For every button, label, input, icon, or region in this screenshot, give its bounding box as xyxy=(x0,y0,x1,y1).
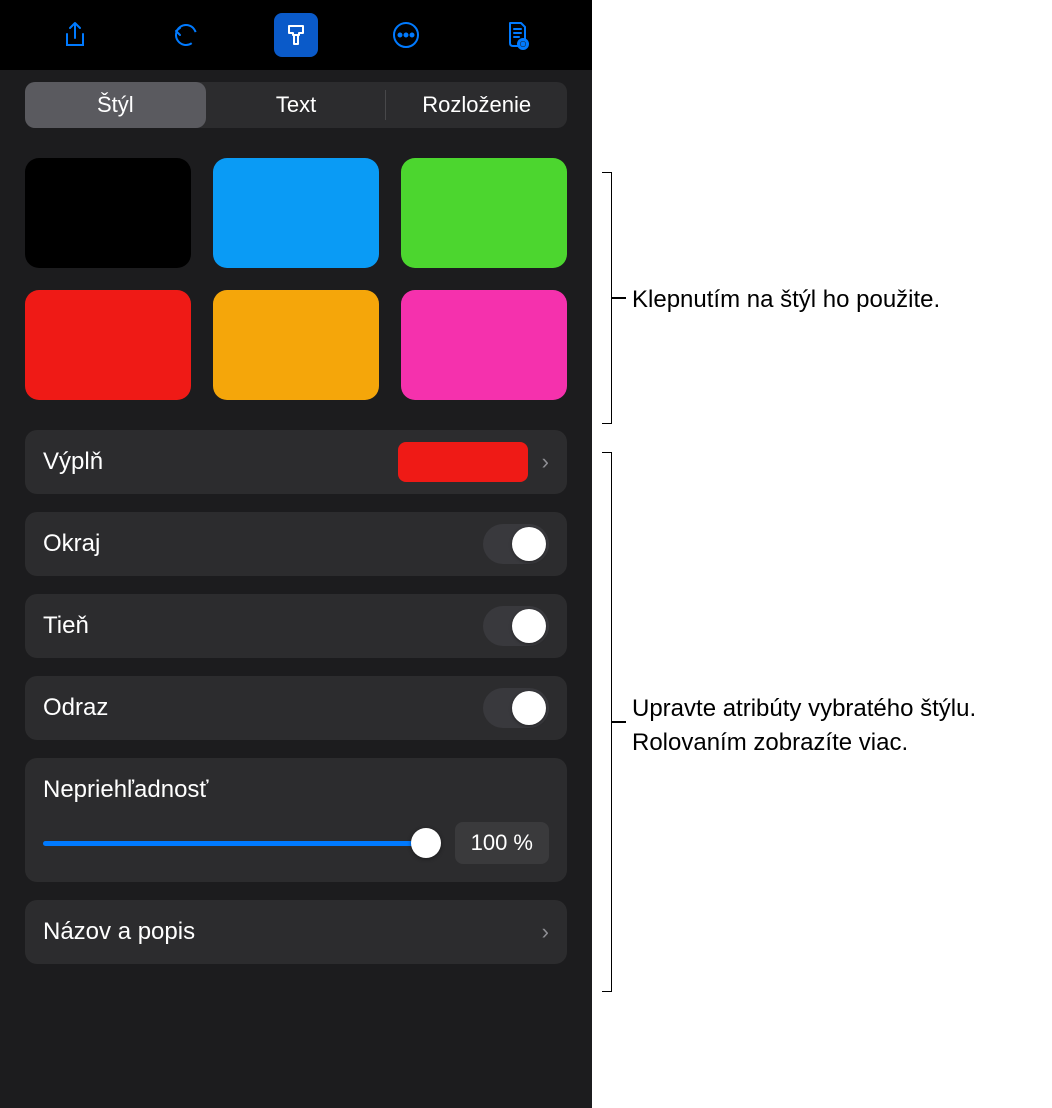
shadow-row[interactable]: Tieň xyxy=(25,594,567,658)
tab-style[interactable]: Štýl xyxy=(25,82,206,128)
toolbar xyxy=(0,0,592,70)
format-panel: Štýl Text Rozloženie Výplň › Okraj Tieň xyxy=(0,0,592,1108)
toggle-knob xyxy=(512,609,546,643)
slider-track xyxy=(43,841,439,846)
format-button[interactable] xyxy=(274,13,318,57)
opacity-row: Nepriehľadnosť 100 % xyxy=(25,758,567,882)
more-button[interactable] xyxy=(384,13,428,57)
fill-color-preview xyxy=(398,442,528,482)
opacity-slider[interactable] xyxy=(43,828,439,858)
callout-line xyxy=(612,297,626,299)
reflection-label: Odraz xyxy=(43,694,483,722)
bracket-icon xyxy=(602,172,612,424)
annotations-panel: Klepnutím na štýl ho použite. Upravte at… xyxy=(592,0,1052,1108)
chevron-right-icon: › xyxy=(542,919,549,945)
slider-knob[interactable] xyxy=(411,828,441,858)
callout-adjust-attributes: Upravte atribúty vybratého štýlu. Rolova… xyxy=(632,692,1012,759)
fill-label: Výplň xyxy=(43,448,398,476)
style-swatch-grid xyxy=(25,158,567,400)
callout-tap-style: Klepnutím na štýl ho použite. xyxy=(632,283,940,317)
opacity-label: Nepriehľadnosť xyxy=(43,776,549,804)
style-swatch-blue[interactable] xyxy=(213,158,379,268)
title-caption-label: Názov a popis xyxy=(43,918,542,946)
style-swatch-black[interactable] xyxy=(25,158,191,268)
segmented-control: Štýl Text Rozloženie xyxy=(25,82,567,128)
shadow-toggle[interactable] xyxy=(483,606,549,646)
reflection-row[interactable]: Odraz xyxy=(25,676,567,740)
fill-row[interactable]: Výplň › xyxy=(25,430,567,494)
chevron-right-icon: › xyxy=(542,449,549,475)
document-button[interactable] xyxy=(495,13,539,57)
tab-text[interactable]: Text xyxy=(206,82,387,128)
share-button[interactable] xyxy=(53,13,97,57)
opacity-value[interactable]: 100 % xyxy=(455,822,549,864)
tab-layout[interactable]: Rozloženie xyxy=(386,82,567,128)
undo-button[interactable] xyxy=(164,13,208,57)
border-label: Okraj xyxy=(43,530,483,558)
reflection-toggle[interactable] xyxy=(483,688,549,728)
border-toggle[interactable] xyxy=(483,524,549,564)
toggle-knob xyxy=(512,527,546,561)
bracket-icon xyxy=(602,452,612,992)
style-swatch-green[interactable] xyxy=(401,158,567,268)
toggle-knob xyxy=(512,691,546,725)
border-row[interactable]: Okraj xyxy=(25,512,567,576)
style-swatch-orange[interactable] xyxy=(213,290,379,400)
style-swatch-red[interactable] xyxy=(25,290,191,400)
title-caption-row[interactable]: Názov a popis › xyxy=(25,900,567,964)
shadow-label: Tieň xyxy=(43,612,483,640)
style-swatch-pink[interactable] xyxy=(401,290,567,400)
callout-line xyxy=(612,721,626,723)
